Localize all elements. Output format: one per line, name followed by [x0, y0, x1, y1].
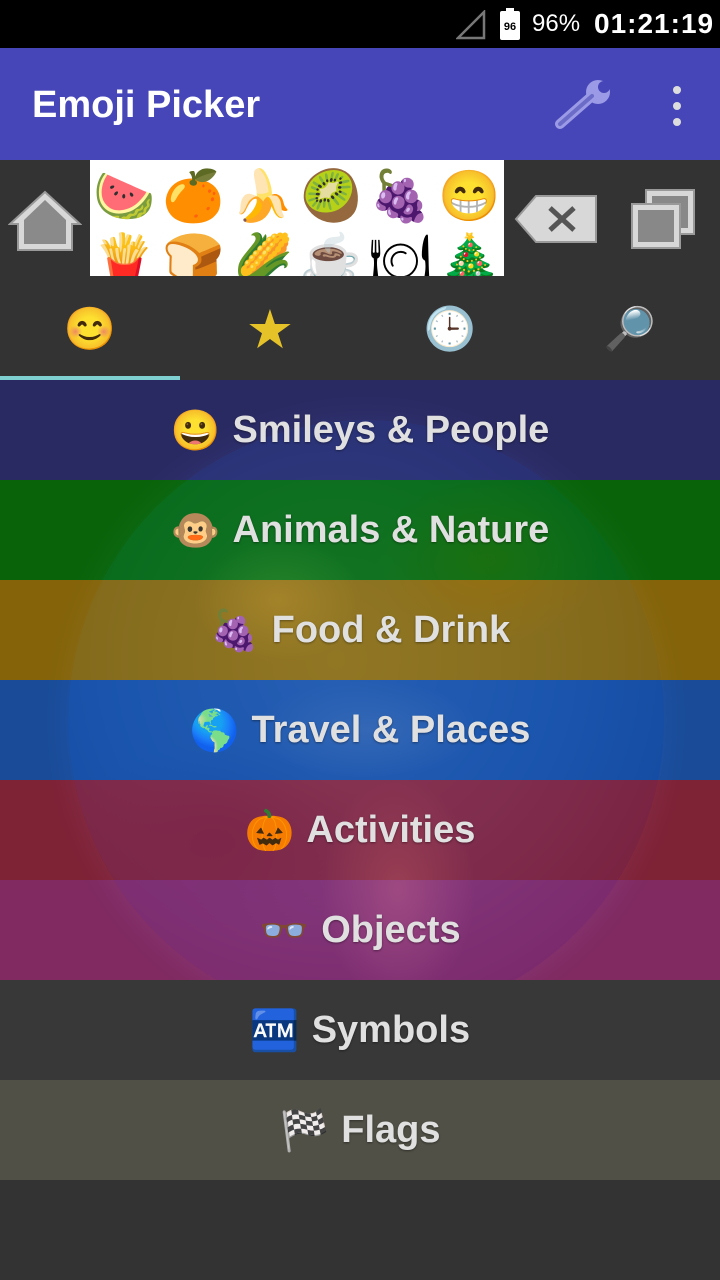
category-label: Food & Drink	[271, 608, 511, 651]
app-title: Emoji Picker	[32, 84, 261, 126]
checkered-flag-icon: 🏁	[279, 1108, 330, 1153]
globe-icon: 🌎	[189, 708, 240, 753]
glasses-icon: 👓	[259, 908, 310, 953]
ad-banner[interactable]: 🍉 🍊 🍌 🥝 🍇 😁 🍟 🍞 🌽 ☕ 🍽 🎄	[90, 160, 504, 276]
watermelon-icon: 🍉	[93, 168, 156, 224]
tab-favorites[interactable]: ★	[180, 278, 360, 380]
star-tab-icon: ★	[245, 299, 295, 360]
tab-search[interactable]: 🔎	[540, 278, 720, 380]
fries-icon: 🍟	[93, 232, 156, 276]
grapes-icon: 🍇	[369, 168, 432, 224]
emoji-toolbar: 🍉 🍊 🍌 🥝 🍇 😁 🍟 🍞 🌽 ☕ 🍽 🎄	[0, 160, 720, 278]
wrench-icon[interactable]	[550, 78, 616, 134]
category-travel-places[interactable]: 🌎 Travel & Places	[0, 680, 720, 780]
jack-o-lantern-icon: 🎃	[244, 808, 295, 853]
ad-row-1: 🍉 🍊 🍌 🥝 🍇 😁	[90, 166, 504, 226]
battery-icon-label: 96	[504, 21, 516, 33]
bread-icon: 🍞	[162, 232, 225, 276]
kiwi-icon: 🥝	[300, 168, 363, 224]
tab-bar: 😊 ★ 🕒 🔎	[0, 278, 720, 380]
backspace-icon[interactable]	[514, 194, 598, 244]
copy-icon[interactable]	[628, 186, 698, 252]
plate-icon: 🍽	[368, 232, 432, 276]
coffee-icon: ☕	[299, 232, 362, 276]
category-animals-nature[interactable]: 🐵 Animals & Nature	[0, 480, 720, 580]
atm-icon: 🏧	[249, 1008, 300, 1053]
category-activities[interactable]: 🎃 Activities	[0, 780, 720, 880]
christmas-tree-icon: 🎄	[438, 232, 501, 276]
category-label: Activities	[306, 808, 476, 851]
category-label: Smileys & People	[232, 408, 550, 451]
grinning-face-icon: 😁	[438, 168, 501, 224]
category-symbols[interactable]: 🏧 Symbols	[0, 980, 720, 1080]
category-list: 😀 Smileys & People 🐵 Animals & Nature 🍇 …	[0, 380, 720, 1180]
signal-icon	[456, 10, 486, 40]
ad-row-2: 🍟 🍞 🌽 ☕ 🍽 🎄	[90, 230, 504, 276]
tab-recent[interactable]: 🕒	[360, 278, 540, 380]
category-label: Animals & Nature	[232, 508, 550, 551]
home-icon[interactable]	[8, 188, 82, 252]
clock-tab-icon: 🕒	[423, 304, 477, 352]
orange-icon: 🍊	[162, 168, 225, 224]
search-tab-icon: 🔎	[603, 304, 657, 352]
category-label: Travel & Places	[251, 708, 531, 751]
overflow-menu-icon[interactable]	[660, 82, 694, 130]
tab-smileys[interactable]: 😊	[0, 278, 180, 380]
category-flags[interactable]: 🏁 Flags	[0, 1080, 720, 1180]
grinning-face-icon: 😀	[170, 408, 221, 453]
category-label: Flags	[341, 1108, 441, 1151]
category-smileys-people[interactable]: 😀 Smileys & People	[0, 380, 720, 480]
category-objects[interactable]: 👓 Objects	[0, 880, 720, 980]
category-label: Objects	[321, 908, 461, 951]
smiley-tab-icon: 😊	[63, 304, 117, 352]
grapes-icon: 🍇	[209, 608, 260, 653]
corn-icon: 🌽	[230, 232, 294, 276]
status-bar: 96 96% 01:21:19	[0, 0, 720, 48]
clock-time: 01:21:19	[594, 8, 715, 39]
category-label: Symbols	[311, 1008, 471, 1051]
battery-percent: 96%	[532, 10, 581, 37]
category-food-drink[interactable]: 🍇 Food & Drink	[0, 580, 720, 680]
app-bar: Emoji Picker	[0, 48, 720, 160]
monkey-face-icon: 🐵	[170, 508, 221, 553]
battery-icon: 96	[500, 8, 520, 40]
banana-icon: 🍌	[231, 168, 294, 224]
